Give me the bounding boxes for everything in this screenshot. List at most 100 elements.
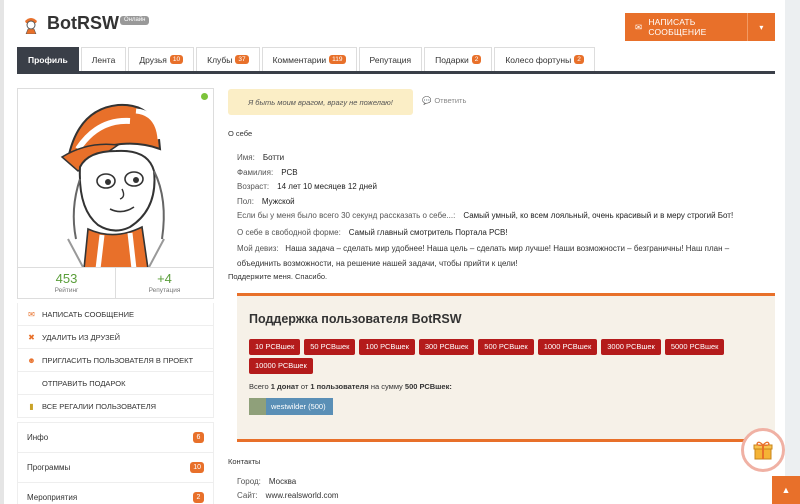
about-row: Фамилия: РСВ	[237, 166, 772, 181]
about-key: Если бы у меня было всего 30 секунд расс…	[237, 211, 456, 220]
contact-value: Москва	[268, 477, 297, 486]
about-row: Пол: Мужской	[237, 195, 772, 210]
side-item-count: 10	[190, 462, 204, 473]
total-sum: 500 РСВшек:	[404, 382, 452, 391]
invite-user-action[interactable]: ☻ ПРИГЛАСИТЬ ПОЛЬЗОВАТЕЛЯ В ПРОЕКТ	[17, 349, 214, 372]
site-link[interactable]: www.realsworld.com	[266, 489, 339, 503]
about-value: Мужской	[261, 196, 295, 206]
tab-count-badge: 37	[235, 55, 249, 64]
scroll-to-top-button[interactable]: ▲	[772, 476, 800, 504]
donor-chip[interactable]: westwilder (500)	[249, 398, 333, 415]
tab-count-badge: 2	[574, 55, 584, 64]
profile-photo[interactable]	[17, 88, 214, 268]
about-value: Самый умный, ко всем лояльный, очень кра…	[463, 211, 734, 220]
tab-friends[interactable]: Друзья 10	[128, 47, 195, 71]
tab-label: Комментарии	[272, 54, 327, 65]
about-value: Самый главный смотритель Портала РСВ!	[348, 227, 508, 237]
rating-value: 453	[55, 271, 78, 286]
about-row: Возраст: 14 лет 10 месяцев 12 дней	[237, 180, 772, 195]
chevron-down-icon[interactable]: ▾	[747, 13, 775, 41]
contact-key: Сайт:	[237, 491, 258, 500]
donor-avatar	[249, 398, 266, 415]
tab-label: Друзья	[139, 54, 167, 65]
chevron-up-icon: ▲	[781, 485, 791, 495]
online-status-badge: Онлайн	[120, 16, 150, 25]
tab-label: Колесо фортуны	[505, 54, 572, 65]
side-item-count: 6	[193, 432, 204, 443]
tab-comments[interactable]: Комментарии 119	[261, 47, 357, 71]
tab-count-badge: 2	[471, 55, 482, 64]
scrollbar-track[interactable]	[785, 0, 800, 504]
side-item-count: 2	[193, 492, 204, 503]
comment-icon: 💬	[422, 96, 432, 105]
action-label: ПРИГЛАСИТЬ ПОЛЬЗОВАТЕЛЯ В ПРОЕКТ	[42, 355, 194, 365]
header-avatar	[22, 14, 40, 35]
donate-button[interactable]: 10000 РСВшек	[249, 358, 313, 374]
donate-button[interactable]: 300 РСВшек	[418, 339, 475, 355]
tab-fortune-wheel[interactable]: Колесо фортуны 2	[494, 47, 595, 71]
online-indicator	[201, 93, 208, 100]
profile-tabs: Профиль Лента Друзья 10 Клубы 37 Комментар…	[17, 47, 597, 71]
reputation-value: +4	[157, 271, 172, 286]
side-menu: Инфо 6 Программы 10 Мероприятия 2	[17, 422, 214, 504]
all-regalia-action[interactable]: ▮ ВСЕ РЕГАЛИИ ПОЛЬЗОВАТЕЛЯ	[17, 395, 214, 418]
total-sum-label: на сумму	[370, 382, 403, 391]
remove-friend-action[interactable]: ✖ УДАЛИТЬ ИЗ ДРУЗЕЙ	[17, 326, 214, 349]
donate-button[interactable]: 100 РСВшек	[359, 339, 415, 355]
gift-button[interactable]	[741, 428, 785, 472]
donate-button[interactable]: 50 РСВшек	[304, 339, 356, 355]
gift-icon	[753, 441, 773, 460]
write-message-button[interactable]: ✉ НАПИСАТЬ СООБЩЕНИЕ ▾	[625, 13, 775, 41]
rating-label: Рейтинг	[54, 287, 79, 294]
donate-button[interactable]: 1000 РСВшек	[537, 339, 598, 355]
tab-count-badge: 119	[329, 55, 346, 64]
donor-label: westwilder (500)	[271, 402, 326, 411]
side-item-info[interactable]: Инфо 6	[18, 423, 213, 453]
donate-button[interactable]: 500 РСВшек	[478, 339, 534, 355]
tab-reputation[interactable]: Репутация	[358, 47, 423, 71]
about-title: О себе	[228, 129, 253, 138]
side-item-label: Мероприятия	[27, 493, 78, 502]
tab-clubs[interactable]: Клубы 37	[196, 47, 260, 71]
side-item-events[interactable]: Мероприятия 2	[18, 483, 213, 504]
total-users: 1 пользователя	[310, 382, 369, 391]
about-section: Имя: Ботти Фамилия: РСВ Возраст: 14 лет 10 …	[237, 151, 772, 271]
tab-label: Профиль	[28, 54, 68, 65]
about-row: О себе в свободной форме: Самый главный с…	[237, 226, 772, 241]
tab-label: Клубы	[207, 54, 233, 65]
medal-icon: ▮	[29, 401, 34, 411]
about-key: Фамилия:	[237, 167, 274, 177]
reputation-label: Репутация	[148, 287, 181, 294]
contact-key: Город:	[237, 477, 261, 486]
about-row: Если бы у меня было всего 30 секунд расс…	[237, 209, 772, 224]
about-value: Наша задача – сделать мир удобнее! Наша …	[237, 244, 730, 268]
tab-feed[interactable]: Лента	[80, 47, 127, 71]
donate-button[interactable]: 5000 РСВшек	[664, 339, 725, 355]
about-value: 14 лет 10 месяцев 12 дней	[277, 182, 377, 191]
side-item-programs[interactable]: Программы 10	[18, 453, 213, 483]
write-message-action[interactable]: ✉ НАПИСАТЬ СООБЩЕНИЕ	[17, 303, 214, 326]
donate-button[interactable]: 3000 РСВшек	[601, 339, 661, 355]
rating-stat[interactable]: 453 Рейтинг	[18, 268, 115, 298]
about-motto: Мой девиз: Наша задача – сделать мир удо…	[237, 242, 772, 271]
page: BotRSW Онлайн ✉ НАПИСАТЬ СООБЩЕНИЕ ▾ Про…	[0, 0, 800, 504]
close-icon: ✖	[28, 332, 35, 342]
tab-gifts[interactable]: Подарки 2	[424, 47, 493, 71]
donate-button[interactable]: 10 РСВшек	[249, 339, 301, 355]
contact-row: Город: Москва	[237, 475, 339, 489]
send-gift-action[interactable]: ОТПРАВИТЬ ПОДАРОК	[17, 372, 214, 395]
total-prefix: Всего	[249, 382, 269, 391]
tab-profile[interactable]: Профиль	[17, 47, 79, 71]
profile-name: BotRSW	[47, 13, 119, 33]
reply-link[interactable]: 💬 Ответить	[422, 96, 466, 105]
side-item-label: Программы	[27, 463, 71, 472]
side-item-label: Инфо	[27, 433, 49, 442]
about-value: РСВ	[281, 167, 298, 177]
left-column: 453 Рейтинг +4 Репутация ✉ НАПИСАТЬ СООБЩ…	[17, 88, 214, 504]
reputation-stat[interactable]: +4 Репутация	[115, 268, 213, 298]
tab-label: Лента	[91, 54, 116, 65]
tab-label: Репутация	[369, 54, 412, 65]
left-gutter	[0, 0, 4, 504]
action-label: ВСЕ РЕГАЛИИ ПОЛЬЗОВАТЕЛЯ	[42, 401, 157, 411]
donation-total: Всего 1 донат от 1 пользователя на сумму…	[249, 382, 763, 391]
